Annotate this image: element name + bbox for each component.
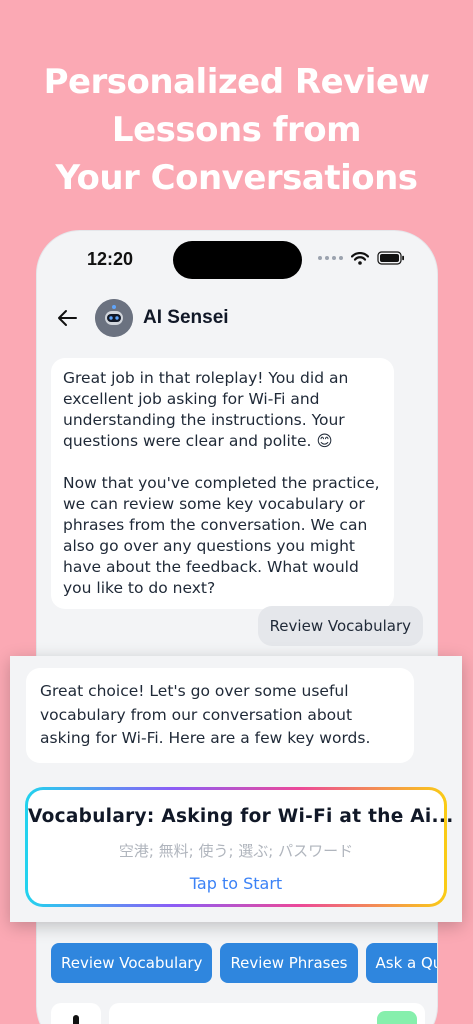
promo-headline: Personalized Review Lessons from Your Co… xyxy=(0,58,473,202)
vocabulary-card-title: Vocabulary: Asking for Wi-Fi at the Ai..… xyxy=(28,806,454,827)
headline-line-1: Personalized Review xyxy=(43,62,430,102)
back-arrow-icon[interactable] xyxy=(55,306,79,330)
user-message-bubble: Review Vocabulary xyxy=(257,606,423,646)
ask-question-button[interactable]: Ask a Ques xyxy=(365,943,437,983)
tap-to-start-link[interactable]: Tap to Start xyxy=(28,874,444,893)
ai-message-bubble: Great job in that roleplay! You did an e… xyxy=(51,358,394,609)
ai-message-bubble-2: Great choice! Let's go over some useful … xyxy=(26,668,414,763)
vocabulary-card[interactable]: Vocabulary: Asking for Wi-Fi at the Ai..… xyxy=(25,787,454,907)
signal-dots-icon xyxy=(318,256,343,260)
battery-icon xyxy=(377,251,404,265)
robot-icon xyxy=(95,299,133,337)
dynamic-island xyxy=(173,241,302,279)
message-input[interactable] xyxy=(109,1003,425,1024)
send-button[interactable] xyxy=(377,1011,417,1024)
status-time: 12:20 xyxy=(87,249,134,269)
message-input-row xyxy=(51,1003,425,1024)
bot-name: AI Sensei xyxy=(143,307,229,328)
highlight-overlay: Great choice! Let's go over some useful … xyxy=(10,656,462,922)
status-icons xyxy=(318,251,405,265)
vocabulary-card-body: Vocabulary: Asking for Wi-Fi at the Ai..… xyxy=(28,790,454,904)
microphone-icon xyxy=(73,1015,79,1024)
ai-message-paragraph: Great job in that roleplay! You did an e… xyxy=(63,369,349,450)
review-phrases-button[interactable]: Review Phrases xyxy=(220,943,358,983)
chat-header: AI Sensei xyxy=(55,299,229,337)
quick-reply-row: Review Vocabulary Review Phrases Ask a Q… xyxy=(51,943,437,983)
vocabulary-word-list: 空港; 無料; 使う; 選ぶ; パスワード xyxy=(118,842,354,860)
ai-message-paragraph: Now that you've completed the practice, … xyxy=(63,474,380,597)
mic-button[interactable] xyxy=(51,1003,101,1024)
headline-line-2: Lessons from xyxy=(111,110,362,150)
wifi-icon xyxy=(351,251,369,265)
review-vocabulary-button[interactable]: Review Vocabulary xyxy=(51,943,213,983)
headline-line-3: Your Conversations xyxy=(55,158,418,198)
bot-avatar xyxy=(95,299,133,337)
